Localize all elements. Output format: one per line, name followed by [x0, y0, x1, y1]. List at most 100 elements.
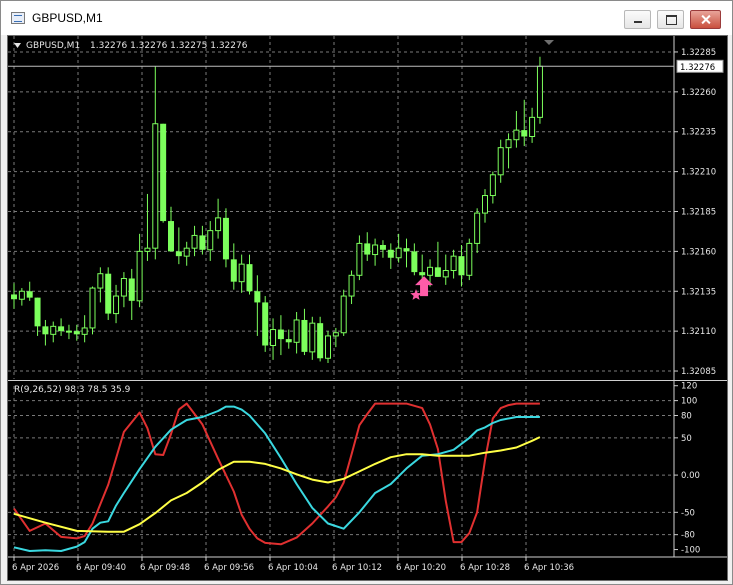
candle-body-bear — [364, 243, 371, 255]
chart-area[interactable]: 6 Apr 2026 6 Apr 09:40 6 Apr 09:48 6 Apr 09… — [7, 35, 728, 581]
y-tick-label: -100 — [681, 546, 700, 556]
x-tick-label: 6 Apr 09:48 — [140, 563, 190, 573]
candle-body-bull — [497, 147, 504, 176]
candle-body-bull — [395, 247, 402, 259]
candle-body-bull — [427, 266, 434, 276]
candle-body-bear — [73, 331, 80, 335]
current-price-label: 1.32276 — [680, 63, 715, 73]
x-tick-label: 6 Apr 10:28 — [460, 563, 510, 573]
title-bar[interactable]: GBPUSD,M1 — [1, 1, 732, 35]
y-tick-label: -50 — [681, 508, 695, 518]
x-tick-label: 6 Apr 2026 — [12, 563, 59, 573]
candle-body-bear — [403, 248, 410, 252]
triangle-down-icon[interactable] — [14, 43, 21, 48]
window-title: GBPUSD,M1 — [32, 11, 103, 25]
candle-body-bull — [372, 244, 379, 256]
candle-body-bull — [207, 230, 214, 251]
candle-body-bull — [97, 273, 104, 289]
candle-body-bear — [168, 221, 174, 252]
series-line-r9 — [13, 402, 540, 546]
chart-window-icon — [11, 12, 25, 24]
y-tick-label: 80 — [681, 412, 692, 422]
x-tick-label: 6 Apr 09:56 — [204, 563, 254, 573]
candle-body-bull — [50, 325, 57, 335]
candle-body-bull — [348, 274, 355, 297]
close-button[interactable] — [690, 10, 721, 29]
candle-body-bear — [277, 329, 284, 340]
candle-body-bear — [521, 130, 528, 137]
candle-body-bull — [18, 290, 25, 300]
y-tick-label: 1.32135 — [681, 287, 716, 297]
candle-body-bear — [379, 244, 386, 250]
candle-body-bear — [246, 264, 253, 292]
candle-body-bull — [81, 327, 88, 335]
candle-body-bear — [11, 294, 17, 300]
y-tick-label: 1.32160 — [681, 247, 716, 257]
candle-body-bull — [293, 319, 300, 343]
candle-body-bear — [222, 217, 229, 260]
candle-body-bull — [474, 212, 481, 244]
candle-body-bull — [489, 174, 496, 197]
candle-body-bull — [120, 277, 127, 297]
candle-body-bear — [42, 326, 49, 335]
y-tick-label: 1.32235 — [681, 128, 716, 138]
series-line-r26 — [13, 405, 540, 552]
chart-canvas[interactable]: 6 Apr 2026 6 Apr 09:40 6 Apr 09:48 6 Apr 09… — [8, 36, 727, 580]
ohlc-readout: 1.32276 1.32276 1.32275 1.32276 — [90, 41, 248, 51]
candle-body-bear — [128, 278, 135, 301]
x-tick-label: 6 Apr 10:04 — [268, 563, 318, 573]
candle-body-bull — [191, 234, 198, 249]
candle-body-bull — [144, 247, 151, 252]
y-tick-label: 0.00 — [681, 471, 700, 481]
candle-body-bull — [482, 195, 488, 214]
x-tick-label: 6 Apr 09:40 — [76, 563, 126, 573]
candle-body-bear — [26, 291, 33, 298]
candle-body-bear — [254, 291, 261, 303]
candle-body-bull — [356, 242, 363, 276]
y-tick-label: 120 — [681, 382, 697, 392]
candle-body-bull — [136, 250, 143, 302]
x-tick-label: 6 Apr 10:20 — [396, 563, 446, 573]
candle-body-bull — [442, 270, 449, 278]
y-tick-label: 50 — [681, 434, 692, 444]
candle-body-bear — [34, 297, 41, 327]
candle-body-bull — [65, 330, 72, 333]
minimize-button[interactable] — [624, 10, 651, 29]
y-tick-label: 1.32185 — [681, 207, 716, 217]
candle-body-bull — [270, 329, 277, 346]
candle-body-bear — [262, 302, 269, 346]
candle-body-bear — [105, 273, 112, 314]
maximize-button[interactable] — [657, 10, 684, 29]
candle-body-bear — [285, 339, 292, 343]
candle-body-bear — [317, 323, 324, 359]
terminal-window: GBPUSD,M1 6 Apr 2026 6 Apr 09:40 6 Apr 09:… — [0, 0, 733, 585]
y-tick-label: 1.32110 — [681, 327, 716, 337]
candle-body-bull — [215, 217, 222, 232]
price-series — [11, 56, 543, 364]
candle-body-bull — [529, 116, 536, 138]
x-tick-label: 6 Apr 10:12 — [332, 563, 382, 573]
candle-body-bull — [113, 295, 120, 315]
candle-body-bear — [230, 259, 237, 282]
candle-body-bear — [160, 123, 167, 222]
candle-body-bear — [301, 319, 308, 352]
candle-body-bull — [238, 263, 245, 283]
candle-body-bull — [450, 255, 457, 272]
candle-body-bull — [536, 65, 543, 118]
candle-body-bull — [340, 295, 347, 334]
candle-body-bear — [387, 249, 394, 258]
candle-body-bull — [325, 335, 331, 359]
candle-body-bear — [434, 267, 441, 277]
y-tick-label: 1.32085 — [681, 367, 716, 377]
candle-body-bear — [419, 272, 426, 276]
symbol-label: GBPUSD,M1 — [26, 41, 80, 51]
candle-body-bull — [89, 287, 96, 329]
chart-shift-triangle-icon[interactable] — [544, 40, 554, 45]
candle-body-bull — [466, 242, 473, 276]
indicator-label: R(9,26,52) 98.3 78.5 35.9 — [14, 385, 131, 395]
x-tick-label: 6 Apr 10:36 — [524, 563, 574, 573]
candle-body-bear — [458, 256, 465, 276]
y-tick-label: 100 — [681, 397, 697, 407]
y-tick-label: 1.32285 — [681, 48, 716, 58]
candle-body-bull — [513, 129, 520, 141]
